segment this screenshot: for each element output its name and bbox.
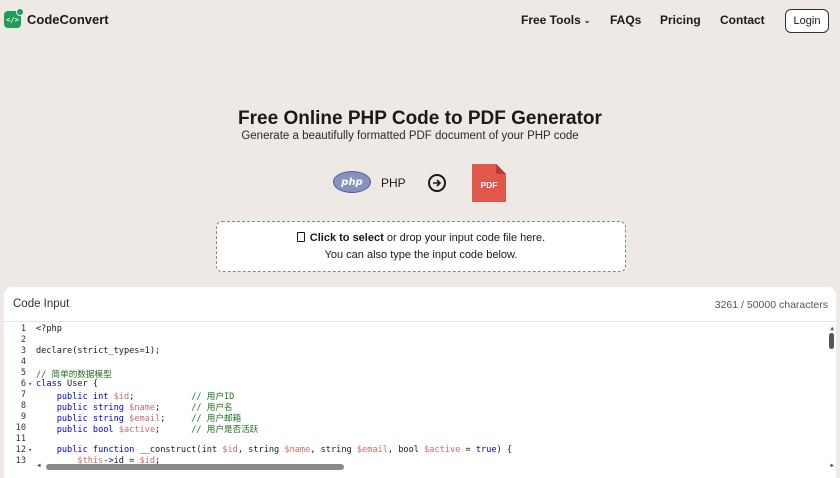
code-token: declare(strict_types=1); (36, 346, 161, 356)
fold-chevron-icon[interactable]: ▾ (28, 380, 32, 388)
code-keyword: true (475, 445, 497, 455)
code-line: declare(strict_types=1); (36, 346, 160, 356)
code-token: ) { (496, 445, 513, 455)
login-button[interactable]: Login (785, 9, 829, 33)
page-title: Free Online PHP Code to PDF Generator (238, 108, 602, 129)
top-nav: </> CodeConvert Free Tools ⌄ FAQs Pricing… (0, 0, 840, 42)
code-line: <?php (36, 324, 62, 334)
line-number: 1 (20, 324, 26, 334)
code-variable: $active (118, 425, 156, 435)
code-keyword: class (36, 379, 62, 389)
code-comment: // 用户是否活跃 (191, 425, 259, 435)
code-variable: $active (424, 445, 461, 455)
nav-free-tools[interactable]: Free Tools ⌄ (521, 13, 591, 27)
code-variable: $name (284, 445, 311, 455)
code-variable: $id (222, 445, 238, 455)
horizontal-scrollbar[interactable] (46, 464, 344, 470)
code-keyword: public bool (36, 425, 119, 435)
conversion-indicator: php PHP PDF (332, 164, 512, 204)
pdf-file-fold (496, 164, 506, 174)
scroll-right-arrow-icon[interactable]: ▶ (830, 462, 834, 469)
source-language-label: PHP (381, 176, 406, 190)
code-token: __construct(int (134, 445, 223, 455)
line-number: 11 (15, 434, 26, 444)
dropzone-rest-text: or drop your input code file here. (383, 232, 546, 244)
line-number: 3 (20, 346, 26, 356)
code-token: , bool (387, 445, 425, 455)
page-subtitle: Generate a beautifully formatted PDF doc… (241, 130, 579, 142)
code-token: ; (155, 425, 192, 435)
arrow-right-circle-icon (428, 174, 446, 192)
scroll-left-arrow-icon[interactable]: ◀ (37, 462, 41, 469)
line-number: 13 (15, 456, 26, 466)
line-number-gutter: 1 2 3 4 5 6 ▾ 7 8 9 10 11 12 ▾ 13 (4, 323, 33, 478)
nav-pricing[interactable]: Pricing (660, 13, 701, 27)
vertical-scrollbar[interactable] (829, 333, 834, 349)
code-variable: $email (356, 445, 388, 455)
code-token: = (460, 445, 476, 455)
click-to-select-link[interactable]: Click to select (310, 232, 384, 244)
code-token: , string (237, 445, 285, 455)
code-keyword: public (36, 445, 93, 455)
nav-faqs[interactable]: FAQs (610, 13, 641, 27)
line-number: 7 (20, 390, 26, 400)
code-editor[interactable]: 1 2 3 4 5 6 ▾ 7 8 9 10 11 12 ▾ 13 <?php … (4, 323, 836, 478)
character-count: 3261 / 50000 characters (714, 299, 828, 311)
fold-chevron-icon[interactable]: ▾ (28, 446, 32, 454)
line-number: 12 (15, 445, 26, 455)
code-token: <?php (36, 324, 62, 334)
code-bracket-sparkle-icon: </> (4, 8, 24, 28)
code-input-header: Code Input 3261 / 50000 characters (4, 287, 836, 322)
line-number: 4 (20, 357, 26, 367)
code-line: public bool $active; // 用户是否活跃 (36, 423, 259, 435)
brand-name: CodeConvert (27, 12, 109, 27)
brand-logo[interactable]: </> CodeConvert (4, 8, 109, 28)
code-input-title: Code Input (13, 298, 70, 310)
code-line: class User { (36, 379, 98, 389)
dropzone-line2: You can also type the input code below. (324, 249, 518, 261)
nav-contact[interactable]: Contact (720, 13, 765, 27)
dropzone-line1: Click to select or drop your input code … (217, 232, 625, 244)
file-icon (296, 232, 305, 242)
line-number: 2 (20, 335, 26, 345)
code-line: public function __construct(int $id, str… (36, 445, 512, 455)
php-logo-icon: php (333, 171, 371, 193)
scroll-up-arrow-icon[interactable]: ▲ (830, 325, 834, 332)
code-token: User { (61, 379, 99, 389)
code-input-panel: Code Input 3261 / 50000 characters 1 2 3… (4, 287, 836, 478)
line-number: 8 (20, 401, 26, 411)
line-number: 10 (15, 423, 26, 433)
chevron-down-icon: ⌄ (583, 16, 591, 25)
code-token: , string (310, 445, 357, 455)
file-dropzone[interactable]: Click to select or drop your input code … (216, 221, 626, 272)
line-number: 5 (20, 368, 26, 378)
nav-free-tools-label: Free Tools (521, 13, 581, 27)
line-number: 9 (20, 412, 26, 422)
line-number: 6 (20, 379, 26, 389)
code-keyword: function (92, 445, 135, 455)
